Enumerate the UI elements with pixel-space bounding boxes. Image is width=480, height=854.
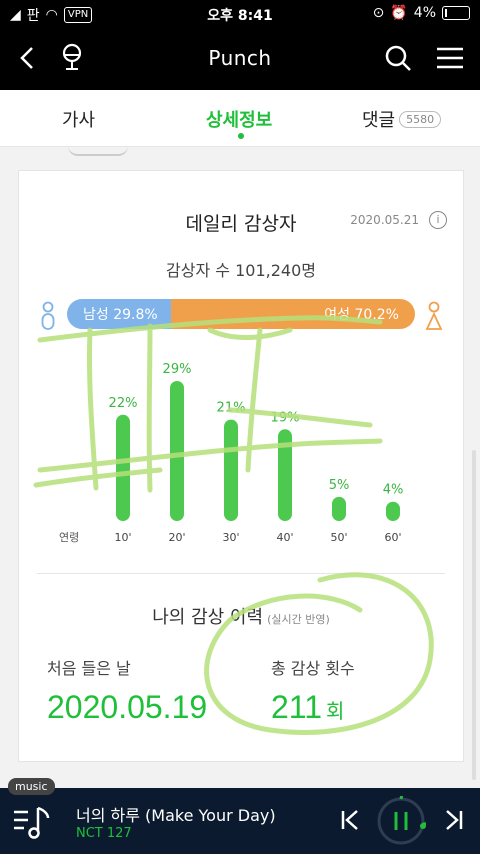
playlist-icon[interactable] xyxy=(12,804,52,840)
mini-player[interactable]: music 너의 하루 (Make Your Day) NCT 127 xyxy=(0,778,480,854)
bar-value-label: 19% xyxy=(271,410,300,425)
male-share-segment: 남성 29.8% xyxy=(67,299,171,329)
pause-icon xyxy=(377,796,426,845)
total-plays-number: 211 xyxy=(271,689,323,725)
previous-section-edge xyxy=(68,146,128,156)
first-listened-date: 2020.05.19 xyxy=(47,689,208,725)
x-axis-label: 연령 xyxy=(59,531,79,544)
category-label: 50' xyxy=(330,531,347,544)
age-distribution-chart: 연령 22% 10' 29% 20' 21% 30' 19% 40' 5% 50' 4% 60' xyxy=(59,362,404,544)
first-listened-label: 처음 들은 날 xyxy=(47,659,131,678)
battery-icon xyxy=(442,6,470,20)
male-share-label: 남성 29.8% xyxy=(83,307,158,323)
info-icon[interactable]: i xyxy=(429,211,447,229)
search-icon xyxy=(385,45,411,71)
history-title-text: 나의 감상 이력 xyxy=(152,607,264,628)
bar-value-label: 5% xyxy=(329,478,350,493)
tab-comments-label: 댓글 xyxy=(362,110,396,131)
bar-value-label: 21% xyxy=(217,401,246,416)
detail-card: 데일리 감상자 2020.05.21 i 감상자 수 101,240명 남성 2… xyxy=(18,170,464,762)
top-bar: ◢ 판 ◠ VPN 오후 8:41 ⊙ ⏰ 4% Punch xyxy=(0,0,480,90)
active-tab-indicator xyxy=(238,133,244,139)
next-track-button[interactable] xyxy=(440,806,468,834)
now-playing-title[interactable]: 너의 하루 (Make Your Day) xyxy=(76,802,276,826)
music-tag: music xyxy=(8,778,55,795)
bar-2 xyxy=(224,419,238,521)
bar-value-label: 22% xyxy=(109,396,138,411)
bar-value-label: 4% xyxy=(383,483,404,498)
section-divider xyxy=(37,573,445,574)
next-track-icon xyxy=(446,810,463,830)
tab-lyrics[interactable]: 가사 xyxy=(62,106,95,132)
total-plays-label: 총 감상 횟수 xyxy=(271,659,355,678)
menu-button[interactable] xyxy=(432,40,468,76)
scrollbar[interactable] xyxy=(472,450,476,780)
hamburger-menu-icon xyxy=(437,47,463,69)
daily-date: 2020.05.21 xyxy=(350,213,419,227)
listening-history-title: 나의 감상 이력 (실시간 반영) xyxy=(19,603,463,629)
tab-details[interactable]: 상세정보 xyxy=(206,106,272,132)
category-label: 10' xyxy=(114,531,131,544)
female-share-segment: 여성 70.2% xyxy=(170,299,415,329)
comment-count-badge: 5580 xyxy=(399,111,442,128)
bar-5 xyxy=(386,501,400,521)
bar-1 xyxy=(170,381,184,521)
pause-button[interactable] xyxy=(376,796,426,846)
previous-track-button[interactable] xyxy=(336,806,364,834)
category-label: 60' xyxy=(384,531,401,544)
female-share-label: 여성 70.2% xyxy=(324,307,399,323)
lock-rotation-icon: ⊙ xyxy=(372,5,385,21)
tab-comments[interactable]: 댓글 5580 xyxy=(362,106,442,132)
total-plays-unit: 회 xyxy=(326,701,345,723)
previous-track-icon xyxy=(341,810,358,830)
alarm-icon: ⏰ xyxy=(390,5,408,21)
category-label: 30' xyxy=(222,531,239,544)
category-label: 40' xyxy=(276,531,293,544)
listener-count: 감상자 수 101,240명 xyxy=(166,261,316,280)
history-note: (실시간 반영) xyxy=(267,613,330,626)
battery-percent: 4% xyxy=(413,5,436,21)
female-person-icon xyxy=(425,301,443,330)
status-right: ⊙ ⏰ 4% xyxy=(373,5,470,21)
tab-bar: 가사 상세정보 댓글 5580 xyxy=(0,90,480,147)
male-person-icon xyxy=(41,301,55,330)
search-button[interactable] xyxy=(380,40,416,76)
bar-value-label: 29% xyxy=(163,362,192,377)
status-bar: ◢ 판 ◠ VPN 오후 8:41 ⊙ ⏰ 4% xyxy=(0,0,480,28)
bar-4 xyxy=(332,496,346,521)
now-playing-artist[interactable]: NCT 127 xyxy=(76,826,132,841)
bar-3 xyxy=(278,429,292,521)
category-label: 20' xyxy=(168,531,185,544)
header: Punch xyxy=(0,30,480,86)
bar-0 xyxy=(116,414,130,521)
total-plays-value: 211 회 xyxy=(271,689,344,726)
gender-ratio-bar: 남성 29.8% 여성 70.2% xyxy=(67,299,415,329)
